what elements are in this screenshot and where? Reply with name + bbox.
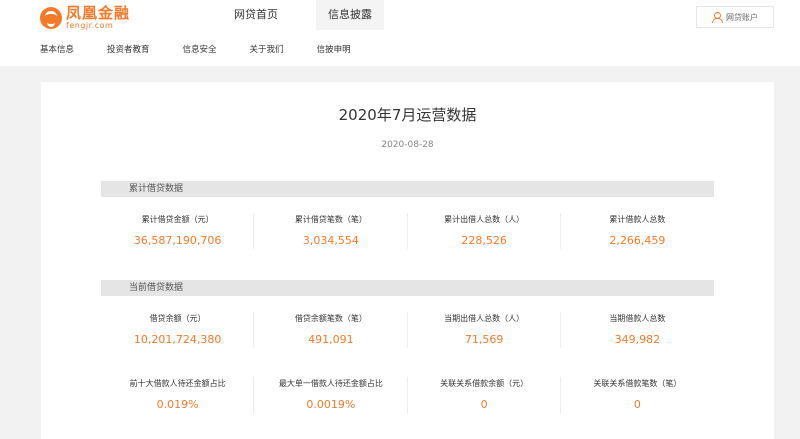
stat-label: 借贷余额笔数（笔） (294, 314, 367, 323)
account-label: 网贷账户 (726, 12, 758, 22)
stat-current-lenders: 当期出借人总数（人） 71,569 (408, 310, 562, 350)
stat-label: 累计借贷金额（元） (141, 215, 214, 224)
stat-top10-ratio: 前十大借款人待还金额占比 0.019% (101, 375, 255, 415)
stats-row-concentration: 前十大借款人待还金额占比 0.019% 最大单一借款人待还金额占比 0.0019… (101, 375, 714, 415)
section-header-cumulative: 累计借贷数据 (101, 181, 714, 197)
subnav-info-security[interactable]: 信息安全 (183, 43, 217, 55)
stat-cumulative-count: 累计借贷笔数（笔） 3,034,554 (254, 211, 408, 251)
stat-value: 228,526 (461, 234, 507, 247)
stat-max-single-ratio: 最大单一借款人待还金额占比 0.0019% (254, 375, 408, 415)
account-button[interactable]: 网贷账户 (696, 6, 774, 28)
stat-balance-count: 借贷余额笔数（笔） 491,091 (254, 310, 408, 350)
stat-label: 当期借款人总数 (609, 314, 666, 323)
subnav-about-us[interactable]: 关于我们 (250, 43, 284, 55)
stat-cumulative-amount: 累计借贷金额（元） 36,587,190,706 (101, 211, 255, 251)
stat-loan-balance: 借贷余额（元） 10,201,724,380 (101, 310, 255, 350)
stat-value: 0.019% (156, 398, 199, 411)
brand-logo[interactable]: 凤凰金融 fengjr.com (40, 6, 130, 30)
stat-label: 关联关系借款余额（元） (440, 379, 529, 388)
report-date: 2020-08-28 (381, 140, 434, 150)
brand-domain: fengjr.com (66, 21, 114, 30)
stats-row-cumulative: 累计借贷金额（元） 36,587,190,706 累计借贷笔数（笔） 3,034… (101, 211, 714, 251)
user-icon (712, 12, 723, 23)
stat-value: 2,266,459 (609, 234, 666, 247)
page-title: 2020年7月运营数据 (338, 106, 477, 124)
stat-value: 0 (480, 398, 488, 411)
phoenix-logo-icon (40, 7, 62, 29)
top-header: 凤凰金融 fengjr.com 网贷首页 信息披露 网贷账户 基本信息 投资者教… (0, 0, 800, 66)
main-nav: 网贷首页 信息披露 (222, 0, 410, 30)
nav-disclosure[interactable]: 信息披露 (316, 0, 384, 30)
stat-value: 3,034,554 (302, 234, 359, 247)
stat-label: 前十大借款人待还金额占比 (129, 379, 226, 388)
stat-value: 491,091 (308, 333, 354, 346)
stat-cumulative-borrowers: 累计借款人总数 2,266,459 (561, 211, 714, 251)
stat-value: 71,569 (464, 333, 504, 346)
stat-related-balance: 关联关系借款余额（元） 0 (408, 375, 562, 415)
stat-label: 当期出借人总数（人） (444, 314, 525, 323)
stat-value: 0 (633, 398, 641, 411)
stat-cumulative-lenders: 累计出借人总数（人） 228,526 (408, 211, 562, 251)
stat-related-count: 关联关系借款笔数（笔） 0 (561, 375, 714, 415)
stat-label: 累计出借人总数（人） (444, 215, 525, 224)
stat-label: 累计借贷笔数（笔） (294, 215, 367, 224)
brand-name: 凤凰金融 (66, 4, 131, 22)
stat-value: 36,587,190,706 (133, 234, 222, 247)
subnav-disclosure-statement[interactable]: 信披申明 (317, 43, 351, 55)
stat-current-borrowers: 当期借款人总数 349,982 (561, 310, 714, 350)
subnav-investor-education[interactable]: 投资者教育 (107, 43, 150, 55)
section-header-current: 当前借贷数据 (101, 280, 714, 296)
stat-label: 最大单一借款人待还金额占比 (278, 379, 383, 388)
nav-home[interactable]: 网贷首页 (222, 0, 290, 30)
stat-label: 借贷余额（元） (149, 314, 206, 323)
stat-label: 累计借款人总数 (609, 215, 666, 224)
subnav-basic-info[interactable]: 基本信息 (40, 43, 74, 55)
stats-row-current: 借贷余额（元） 10,201,724,380 借贷余额笔数（笔） 491,091… (101, 310, 714, 350)
stat-value: 10,201,724,380 (133, 333, 222, 346)
sub-nav: 基本信息 投资者教育 信息安全 关于我们 信披申明 (40, 43, 384, 55)
stat-value: 0.0019% (306, 398, 356, 411)
stat-value: 349,982 (614, 333, 661, 346)
report-card: 2020年7月运营数据 2020-08-28 累计借贷数据 累计借贷金额（元） … (41, 82, 774, 439)
stat-label: 关联关系借款笔数（笔） (593, 379, 682, 388)
